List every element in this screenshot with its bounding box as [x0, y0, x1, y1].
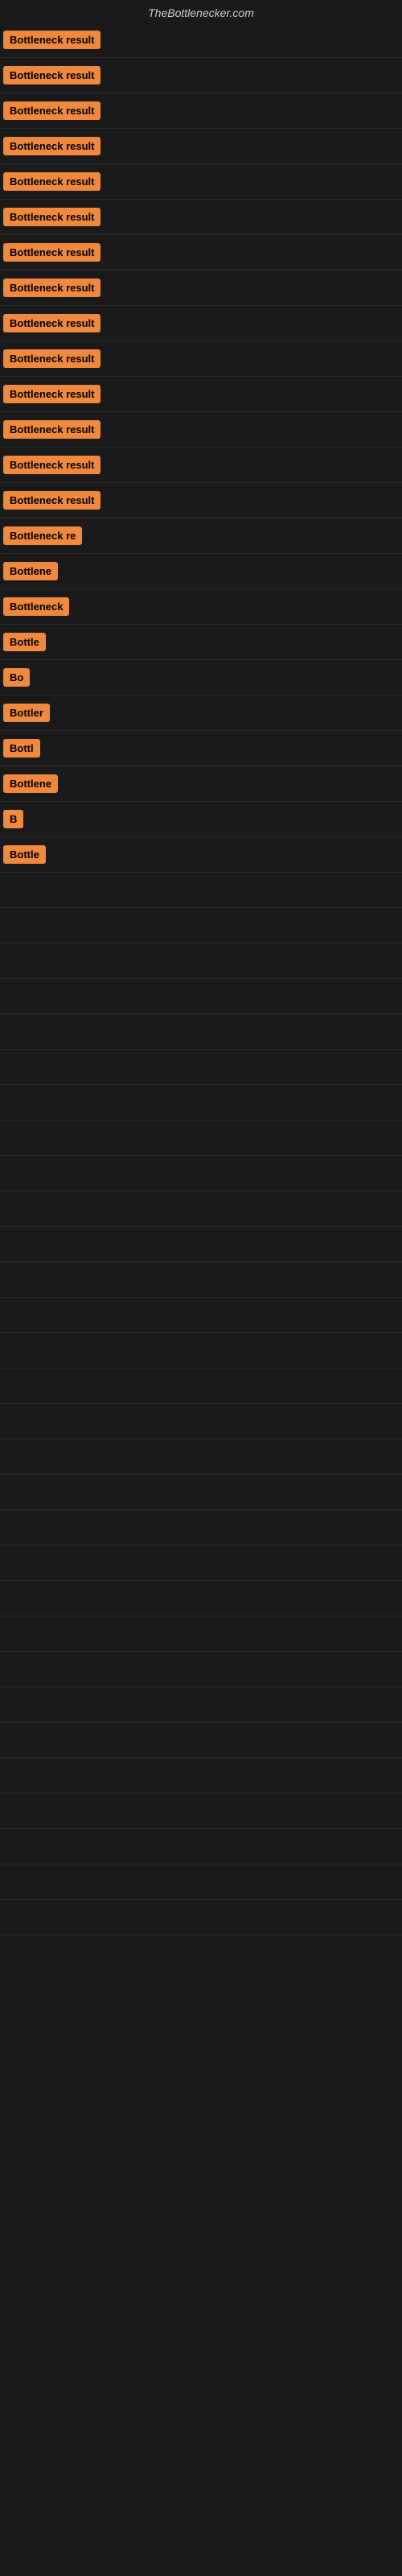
result-row-3[interactable]: Bottleneck result: [0, 93, 402, 129]
result-row-1[interactable]: Bottleneck result: [0, 23, 402, 58]
result-row-5[interactable]: Bottleneck result: [0, 164, 402, 200]
bottleneck-badge-19[interactable]: Bo: [3, 668, 30, 687]
bottleneck-badge-10[interactable]: Bottleneck result: [3, 349, 100, 368]
bottleneck-badge-6[interactable]: Bottleneck result: [3, 208, 100, 226]
empty-row-15: [0, 1404, 402, 1439]
result-row-14[interactable]: Bottleneck result: [0, 483, 402, 518]
bottleneck-badge-16[interactable]: Bottlene: [3, 562, 58, 580]
empty-row-2: [0, 943, 402, 979]
empty-row-8: [0, 1156, 402, 1191]
empty-row-22: [0, 1652, 402, 1687]
empty-row-6: [0, 1085, 402, 1121]
bottleneck-badge-11[interactable]: Bottleneck result: [3, 385, 100, 403]
site-title: TheBottlenecker.com: [0, 0, 402, 23]
result-row-6[interactable]: Bottleneck result: [0, 200, 402, 235]
page-wrapper: TheBottlenecker.com Bottleneck resultBot…: [0, 0, 402, 1935]
bottleneck-badge-5[interactable]: Bottleneck result: [3, 172, 100, 191]
result-row-2[interactable]: Bottleneck result: [0, 58, 402, 93]
empty-row-19: [0, 1546, 402, 1581]
result-row-7[interactable]: Bottleneck result: [0, 235, 402, 270]
results-list: Bottleneck result Bottleneck result Bottle…: [0, 23, 402, 1935]
empty-row-28: [0, 1864, 402, 1900]
result-row-9[interactable]: Bottleneck result: [0, 306, 402, 341]
bottleneck-badge-23[interactable]: B: [3, 810, 23, 828]
result-row-17[interactable]: Bottleneck: [0, 589, 402, 625]
result-row-11[interactable]: Bottleneck result: [0, 377, 402, 412]
bottleneck-badge-22[interactable]: Bottlene: [3, 774, 58, 793]
bottleneck-badge-8[interactable]: Bottleneck result: [3, 279, 100, 297]
empty-row-26: [0, 1794, 402, 1829]
bottleneck-badge-15[interactable]: Bottleneck re: [3, 526, 82, 545]
empty-row-9: [0, 1191, 402, 1227]
result-row-24[interactable]: Bottle: [0, 837, 402, 873]
bottleneck-badge-13[interactable]: Bottleneck result: [3, 456, 100, 474]
empty-row-1: [0, 908, 402, 943]
empty-row-7: [0, 1121, 402, 1156]
result-row-23[interactable]: B: [0, 802, 402, 837]
bottleneck-badge-7[interactable]: Bottleneck result: [3, 243, 100, 262]
bottleneck-badge-17[interactable]: Bottleneck: [3, 597, 69, 616]
empty-row-21: [0, 1616, 402, 1652]
empty-row-13: [0, 1333, 402, 1368]
empty-row-29: [0, 1900, 402, 1935]
result-row-16[interactable]: Bottlene: [0, 554, 402, 589]
bottleneck-badge-24[interactable]: Bottle: [3, 845, 46, 864]
result-row-20[interactable]: Bottler: [0, 696, 402, 731]
result-row-22[interactable]: Bottlene: [0, 766, 402, 802]
bottleneck-badge-3[interactable]: Bottleneck result: [3, 101, 100, 120]
bottleneck-badge-20[interactable]: Bottler: [3, 704, 50, 722]
bottleneck-badge-9[interactable]: Bottleneck result: [3, 314, 100, 332]
empty-row-27: [0, 1829, 402, 1864]
empty-row-12: [0, 1298, 402, 1333]
result-row-18[interactable]: Bottle: [0, 625, 402, 660]
empty-row-14: [0, 1368, 402, 1404]
empty-row-20: [0, 1581, 402, 1616]
empty-row-18: [0, 1510, 402, 1546]
result-row-21[interactable]: Bottl: [0, 731, 402, 766]
empty-row-0: [0, 873, 402, 908]
result-row-13[interactable]: Bottleneck result: [0, 448, 402, 483]
bottleneck-badge-12[interactable]: Bottleneck result: [3, 420, 100, 439]
bottleneck-badge-2[interactable]: Bottleneck result: [3, 66, 100, 85]
empty-row-24: [0, 1723, 402, 1758]
empty-row-23: [0, 1687, 402, 1723]
empty-row-16: [0, 1439, 402, 1475]
result-row-15[interactable]: Bottleneck re: [0, 518, 402, 554]
empty-row-5: [0, 1050, 402, 1085]
empty-row-10: [0, 1227, 402, 1262]
bottleneck-badge-4[interactable]: Bottleneck result: [3, 137, 100, 155]
result-row-4[interactable]: Bottleneck result: [0, 129, 402, 164]
bottleneck-badge-21[interactable]: Bottl: [3, 739, 40, 758]
empty-row-4: [0, 1014, 402, 1050]
result-row-10[interactable]: Bottleneck result: [0, 341, 402, 377]
empty-row-11: [0, 1262, 402, 1298]
bottleneck-badge-14[interactable]: Bottleneck result: [3, 491, 100, 510]
result-row-12[interactable]: Bottleneck result: [0, 412, 402, 448]
empty-row-17: [0, 1475, 402, 1510]
result-row-8[interactable]: Bottleneck result: [0, 270, 402, 306]
bottleneck-badge-1[interactable]: Bottleneck result: [3, 31, 100, 49]
empty-row-3: [0, 979, 402, 1014]
result-row-19[interactable]: Bo: [0, 660, 402, 696]
empty-row-25: [0, 1758, 402, 1794]
bottleneck-badge-18[interactable]: Bottle: [3, 633, 46, 651]
